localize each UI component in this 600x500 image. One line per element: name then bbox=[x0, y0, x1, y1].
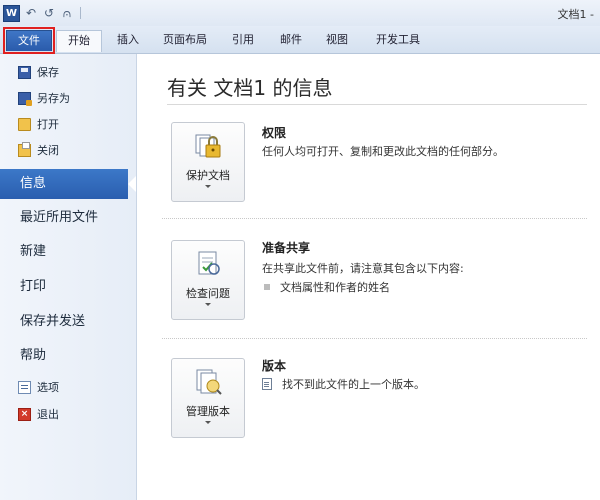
save-as-command[interactable]: 另存为 bbox=[18, 88, 70, 108]
tab-file[interactable]: 文件 bbox=[3, 27, 55, 54]
check-for-issues-button[interactable]: 检查问题 bbox=[171, 240, 245, 320]
protect-document-label: 保护文档 bbox=[186, 169, 230, 182]
versions-row: 找不到此文件的上一个版本。 bbox=[262, 376, 425, 392]
chevron-down-icon bbox=[205, 185, 211, 188]
chevron-down-icon bbox=[205, 421, 211, 424]
nav-new[interactable]: 新建 bbox=[0, 237, 136, 267]
versions-heading: 版本 bbox=[262, 359, 287, 373]
permissions-description: 任何人均可打开、复制和更改此文档的任何部分。 bbox=[262, 145, 504, 158]
save-icon bbox=[18, 65, 31, 79]
check-for-issues-label: 检查问题 bbox=[186, 287, 230, 300]
word-app-icon[interactable]: W bbox=[3, 5, 20, 22]
prepare-sharing-description: 在共享此文件前，请注意其包含以下内容: bbox=[262, 262, 464, 275]
document-icon bbox=[262, 378, 272, 390]
title-bar: W ↶ ↺ ⩀ 文档1 - bbox=[0, 0, 600, 26]
nav-info[interactable]: 信息 bbox=[0, 169, 136, 199]
tab-insert[interactable]: 插入 bbox=[112, 30, 144, 50]
manage-versions-label: 管理版本 bbox=[186, 405, 230, 418]
close-label: 关闭 bbox=[37, 144, 59, 157]
open-label: 打开 bbox=[37, 118, 59, 131]
manage-versions-button[interactable]: 管理版本 bbox=[171, 358, 245, 438]
qat-divider bbox=[80, 7, 81, 19]
close-doc-icon bbox=[18, 141, 31, 157]
exit-command[interactable]: × 退出 bbox=[18, 404, 59, 424]
section-divider bbox=[162, 218, 587, 219]
customize-qat-icon[interactable]: ⩀ bbox=[60, 5, 74, 21]
tab-page-layout[interactable]: 页面布局 bbox=[157, 30, 213, 50]
manage-versions-icon bbox=[196, 369, 222, 395]
save-command[interactable]: 保存 bbox=[18, 62, 59, 82]
close-command[interactable]: 关闭 bbox=[18, 140, 59, 160]
exit-icon: × bbox=[18, 407, 31, 421]
save-as-label: 另存为 bbox=[37, 92, 70, 105]
info-pane: 有关 文档1 的信息 保护文档 权限 任何人均可打开、复制和更改此文档的任何部分… bbox=[137, 54, 600, 500]
exit-label: 退出 bbox=[37, 408, 59, 421]
chevron-down-icon bbox=[205, 303, 211, 306]
quick-access-toolbar: ↶ ↺ ⩀ bbox=[24, 4, 83, 22]
window-title: 文档1 - bbox=[557, 8, 594, 21]
tab-view[interactable]: 视图 bbox=[321, 30, 353, 50]
nav-help[interactable]: 帮助 bbox=[0, 341, 136, 371]
tab-references[interactable]: 引用 bbox=[227, 30, 259, 50]
tab-mailings[interactable]: 邮件 bbox=[275, 30, 307, 50]
versions-description: 找不到此文件的上一个版本。 bbox=[282, 378, 425, 391]
redo-icon[interactable]: ↺ bbox=[42, 5, 56, 21]
nav-save-and-send[interactable]: 保存并发送 bbox=[0, 307, 136, 337]
nav-print[interactable]: 打印 bbox=[0, 272, 136, 302]
tab-home[interactable]: 开始 bbox=[56, 30, 102, 52]
tab-developer[interactable]: 开发工具 bbox=[370, 30, 426, 50]
inspect-document-icon bbox=[198, 251, 220, 275]
options-command[interactable]: 选项 bbox=[18, 377, 59, 397]
properties-bullet-text: 文档属性和作者的姓名 bbox=[280, 281, 390, 294]
title-divider bbox=[167, 104, 587, 105]
open-folder-icon bbox=[18, 117, 31, 131]
save-label: 保存 bbox=[37, 66, 59, 79]
bullet-icon bbox=[264, 284, 270, 290]
open-command[interactable]: 打开 bbox=[18, 114, 59, 134]
page-title: 有关 文档1 的信息 bbox=[167, 76, 333, 100]
save-as-icon bbox=[18, 91, 32, 106]
section-divider bbox=[162, 338, 587, 339]
options-label: 选项 bbox=[37, 381, 59, 394]
protect-document-button[interactable]: 保护文档 bbox=[171, 122, 245, 202]
nav-recent[interactable]: 最近所用文件 bbox=[0, 203, 136, 233]
list-item: 文档属性和作者的姓名 bbox=[262, 279, 390, 295]
permissions-heading: 权限 bbox=[262, 126, 287, 140]
lock-documents-icon bbox=[195, 134, 221, 158]
undo-icon[interactable]: ↶ bbox=[24, 5, 38, 21]
options-icon bbox=[18, 380, 31, 394]
ribbon-tab-row: 文件 开始 插入 页面布局 引用 邮件 视图 开发工具 bbox=[0, 26, 600, 54]
backstage-nav: 保存 另存为 打开 关闭 信息 最近所用文件 新建 打印 保存并发送 帮助 选项… bbox=[0, 54, 137, 500]
prepare-sharing-heading: 准备共享 bbox=[262, 241, 311, 255]
